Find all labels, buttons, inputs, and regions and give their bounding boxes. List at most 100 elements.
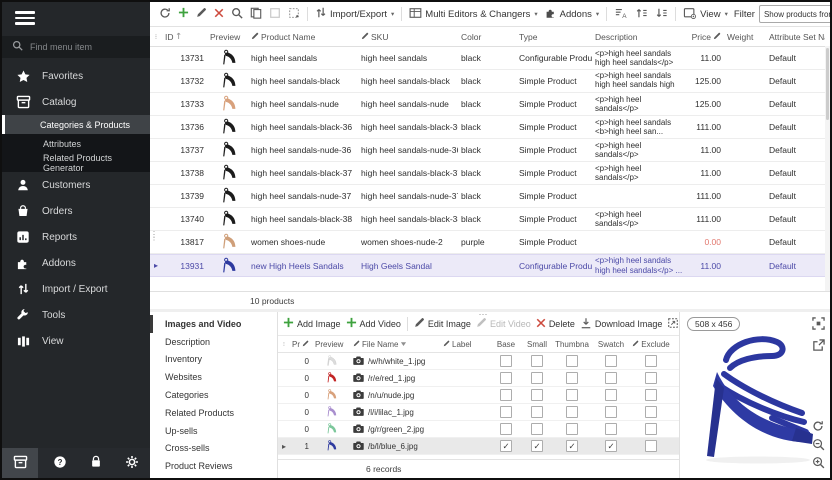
addons-menu[interactable]: Addons▾ [542, 5, 603, 24]
swatch-checkbox[interactable] [605, 355, 617, 367]
sidebar-item-related-products-generator[interactable]: Related Products Generator [2, 153, 150, 172]
zoom-in-button[interactable] [810, 456, 826, 471]
zoom-out-button[interactable] [810, 438, 826, 453]
sidebar-item-attributes[interactable]: Attributes [2, 134, 150, 153]
thumbnail-checkbox[interactable]: ✓ [566, 440, 578, 452]
add-video-button[interactable]: Add Video [344, 315, 403, 332]
image-row-r-e-red-1-jpg[interactable]: 0/r/e/red_1.jpg [278, 370, 679, 387]
sidebar-item-addons[interactable]: Addons [2, 250, 150, 276]
image-row-n-u-nude-jpg[interactable]: 0/n/u/nude.jpg [278, 387, 679, 404]
sidebar-item-reports[interactable]: Reports [2, 224, 150, 250]
copy-button[interactable] [247, 5, 265, 24]
sidebar-item-orders[interactable]: Orders [2, 198, 150, 224]
collapse-rows-button[interactable] [652, 5, 671, 24]
menu-toggle-button[interactable] [2, 2, 150, 34]
panel-splitter[interactable]: ⋯ [479, 309, 488, 320]
column-header-price[interactable]: Price [688, 27, 724, 46]
sidebar-splitter[interactable]: ⋮⋮ [150, 233, 158, 239]
swatch-checkbox[interactable] [605, 406, 617, 418]
base-checkbox[interactable] [500, 372, 512, 384]
small-checkbox[interactable] [531, 423, 543, 435]
open-external-button[interactable] [810, 339, 826, 354]
thumbnail-checkbox[interactable] [566, 355, 578, 367]
swatch-checkbox[interactable] [605, 372, 617, 384]
product-row-13740[interactable]: 13740high heel sandals-black-38high heel… [150, 208, 830, 231]
delete-product-button[interactable] [211, 6, 227, 23]
tab-websites[interactable]: Websites [150, 368, 277, 386]
product-row-13731[interactable]: 13731high heel sandalshigh heel sandalsb… [150, 47, 830, 70]
swatch-checkbox[interactable]: ✓ [605, 440, 617, 452]
products-mode-button[interactable] [2, 448, 38, 478]
column-header-label[interactable]: Label [440, 336, 490, 352]
column-header-preview[interactable]: Preview [207, 27, 248, 46]
product-row-13817[interactable]: 13817women shoes-nudewomen shoes-nude-2p… [150, 231, 830, 254]
column-header-file-name[interactable]: File Name [350, 336, 440, 352]
product-row-13739[interactable]: 13739high heel sandals-nude-37high heel … [150, 185, 830, 208]
column-header-small[interactable]: Small [522, 336, 552, 352]
column-header-weight[interactable]: Weight [724, 27, 766, 46]
base-checkbox[interactable] [500, 355, 512, 367]
column-header-preview[interactable]: Preview [312, 336, 350, 352]
products-scrollbar[interactable] [825, 46, 830, 291]
category-filter-select[interactable]: Show products from selected categories▾ [759, 5, 832, 23]
column-header-description[interactable]: Description [592, 27, 688, 46]
sidebar-item-favorites[interactable]: Favorites [2, 63, 150, 89]
sidebar-item-categories-products[interactable]: Categories & Products [2, 115, 150, 134]
search-products-button[interactable] [228, 5, 246, 24]
refresh-button[interactable] [156, 5, 174, 24]
tab-inventory[interactable]: Inventory [150, 351, 277, 369]
fit-screen-button[interactable] [810, 317, 826, 332]
set-resize-rule-button[interactable]: Set Resize Rule [665, 315, 679, 333]
sidebar-item-tools[interactable]: Tools [2, 302, 150, 328]
swatch-checkbox[interactable] [605, 423, 617, 435]
image-row-g-r-green-2-jpg[interactable]: 0/g/r/green_2.jpg [278, 421, 679, 438]
sort-attributes-button[interactable]: A [611, 5, 631, 24]
small-checkbox[interactable] [531, 406, 543, 418]
base-checkbox[interactable] [500, 406, 512, 418]
column-header-sku[interactable]: SKU [358, 27, 458, 46]
tab-up-sells[interactable]: Up-sells [150, 422, 277, 440]
tab-description[interactable]: Description [150, 333, 277, 351]
column-header-product-name[interactable]: Product Name [248, 27, 358, 46]
column-header-exclude[interactable]: Exclude [630, 336, 672, 352]
base-checkbox[interactable] [500, 423, 512, 435]
lock-button[interactable] [78, 448, 114, 478]
sidebar-item-import-export[interactable]: Import / Export [2, 276, 150, 302]
sidebar-item-customers[interactable]: Customers [2, 172, 150, 198]
small-checkbox[interactable]: ✓ [531, 440, 543, 452]
rotate-image-button[interactable] [810, 420, 826, 435]
column-header-color[interactable]: Color [458, 27, 516, 46]
column-header-base[interactable]: Base [490, 336, 522, 352]
sidebar-item-view[interactable]: View [2, 328, 150, 354]
thumbnail-checkbox[interactable] [566, 389, 578, 401]
help-button[interactable]: ? [42, 448, 78, 478]
exclude-checkbox[interactable] [645, 406, 657, 418]
exclude-checkbox[interactable] [645, 423, 657, 435]
delete-image-button[interactable]: Delete [534, 316, 577, 332]
tab-categories[interactable]: Categories [150, 386, 277, 404]
product-row-13733[interactable]: 13733high heel sandals-nudehigh heel san… [150, 93, 830, 116]
base-checkbox[interactable]: ✓ [500, 440, 512, 452]
swatch-checkbox[interactable] [605, 389, 617, 401]
menu-search-input[interactable]: Find menu item [2, 36, 150, 58]
image-row-l-i-lilac-1-jpg[interactable]: 0/l/i/lilac_1.jpg [278, 404, 679, 421]
sidebar-item-catalog[interactable]: Catalog [2, 89, 150, 115]
thumbnail-checkbox[interactable] [566, 372, 578, 384]
small-checkbox[interactable] [531, 355, 543, 367]
exclude-checkbox[interactable] [645, 372, 657, 384]
tab-images-and-video[interactable]: Images and Video [150, 315, 277, 333]
column-header-type[interactable]: Type [516, 27, 592, 46]
add-product-button[interactable] [175, 5, 192, 23]
edit-image-button[interactable]: Edit Image [412, 315, 473, 332]
column-header-swatch[interactable]: Swatch [592, 336, 630, 352]
edit-product-button[interactable] [193, 5, 210, 23]
tab-cross-sells[interactable]: Cross-sells [150, 440, 277, 458]
column-header-thumbna[interactable]: Thumbna [552, 336, 592, 352]
multi-editors-menu[interactable]: Multi Editors & Changers▾ [406, 5, 540, 24]
scrollbar-thumb[interactable] [826, 48, 829, 120]
product-row-13736[interactable]: 13736high heel sandals-black-36high heel… [150, 116, 830, 139]
column-header-attribute-set-name[interactable]: Attribute Set Name [766, 27, 825, 46]
product-row-13931[interactable]: ▸13931new High Heels SandalsHigh Geels S… [150, 254, 830, 277]
tab-related-products[interactable]: Related Products [150, 404, 277, 422]
exclude-checkbox[interactable] [645, 355, 657, 367]
